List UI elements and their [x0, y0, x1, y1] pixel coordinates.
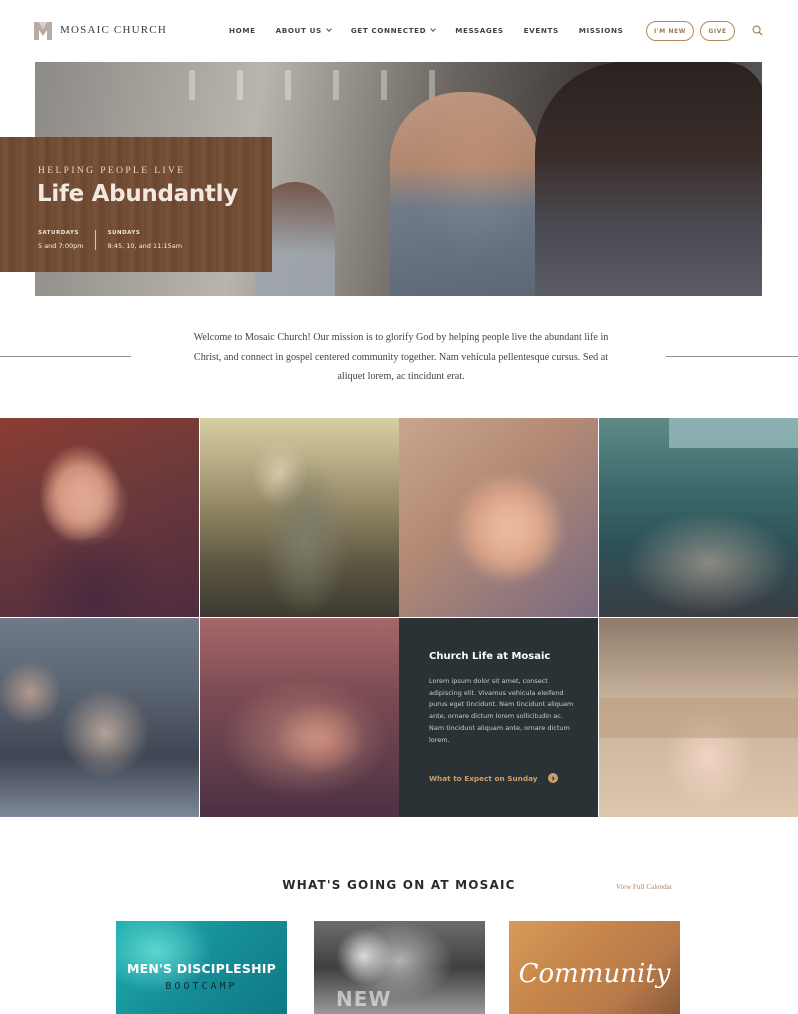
search-icon[interactable]	[752, 25, 763, 36]
nav-messages-label: MESSAGES	[455, 26, 504, 35]
nav-messages[interactable]: MESSAGES	[455, 26, 503, 35]
photo-men-coffee	[0, 618, 199, 817]
nav-get-connected[interactable]: GET CONNECTED	[350, 26, 437, 35]
site-header: MOSAIC CHURCH HOME ABOUT US GET CONNECTE…	[0, 0, 798, 62]
welcome-text: Welcome to Mosaic Church! Our mission is…	[193, 332, 609, 382]
nav-events-label: EVENTS	[523, 26, 559, 35]
nav-home[interactable]: HOME	[229, 26, 256, 35]
photo-woman-laughing	[0, 418, 199, 617]
photo-detail	[0, 658, 60, 728]
event-card-new[interactable]: NEW	[314, 921, 485, 1014]
event-title: Community	[518, 959, 671, 989]
nav-home-label: HOME	[229, 26, 256, 35]
nav-about-us[interactable]: ABOUT US	[275, 26, 332, 35]
photo-kids-drawing	[599, 618, 798, 817]
photo-crowd-worship	[200, 618, 399, 817]
service-times: SATURDAYS 5 and 7:00pm SUNDAYS 8:45, 10,…	[38, 230, 193, 250]
church-life-body: Lorem ipsum dolor sit amet, consect adip…	[429, 677, 574, 744]
event-title: MEN'S DISCIPLESHIP	[126, 961, 277, 976]
main-nav: HOME ABOUT US GET CONNECTED MESSAGES EVE…	[229, 26, 643, 35]
event-card-community[interactable]: Community	[509, 921, 680, 1014]
photo-detail	[10, 538, 180, 617]
nav-missions-label: MISSIONS	[578, 26, 624, 35]
hero-person-smiling	[390, 92, 540, 296]
nav-missions[interactable]: MISSIONS	[579, 26, 624, 35]
service-time-sunday: SUNDAYS 8:45, 10, and 11:15am	[94, 230, 193, 250]
photo-detail	[619, 508, 798, 617]
photo-men-embracing	[200, 418, 399, 617]
what-to-expect-link[interactable]: What to Expect on Sunday	[429, 773, 558, 783]
hero-kicker: HELPING PEOPLE LIVE	[38, 166, 186, 176]
service-day-label: SUNDAYS	[107, 230, 141, 236]
photo-detail	[260, 458, 350, 617]
photo-detail	[40, 458, 130, 548]
give-button[interactable]: GIVE	[700, 21, 735, 41]
service-time-saturday: SATURDAYS 5 and 7:00pm	[38, 230, 95, 250]
nav-get-connected-label: GET CONNECTED	[350, 26, 427, 35]
hero-person-foreground	[535, 62, 762, 296]
event-subtitle: BOOTCAMP	[165, 981, 238, 992]
mosaic-logo-icon	[34, 22, 52, 40]
photo-detail	[669, 418, 798, 448]
logo[interactable]: MOSAIC CHURCH	[34, 20, 167, 40]
photo-detail	[220, 678, 390, 798]
photo-detail	[449, 468, 569, 588]
arrow-right-icon	[547, 773, 558, 783]
church-life-title: Church Life at Mosaic	[429, 651, 551, 662]
service-time-value: 8:45, 10, and 11:15am	[107, 242, 183, 250]
church-life-panel: Church Life at Mosaic Lorem ipsum dolor …	[399, 618, 598, 817]
event-card-mens-discipleship[interactable]: MEN'S DISCIPLESHIP BOOTCAMP	[116, 921, 287, 1014]
chevron-down-icon	[430, 26, 437, 32]
hero-ceiling-lights	[175, 70, 455, 100]
hero-title: Life Abundantly	[37, 181, 238, 207]
events-section-title: WHAT'S GOING ON AT MOSAIC	[282, 878, 516, 892]
event-title: NEW	[336, 987, 392, 1011]
hero-service-times-card: HELPING PEOPLE LIVE Life Abundantly SATU…	[0, 137, 272, 272]
view-full-calendar-link[interactable]: View Full Calendar	[616, 883, 672, 891]
what-to-expect-label: What to Expect on Sunday	[429, 773, 538, 783]
photo-detail	[599, 698, 798, 738]
photo-worship-hands	[599, 418, 798, 617]
photo-detail	[60, 688, 150, 778]
brand-name: MOSAIC CHURCH	[60, 24, 167, 36]
chevron-down-icon	[325, 26, 332, 32]
nav-about-us-label: ABOUT US	[275, 26, 322, 35]
service-time-value: 5 and 7:00pm	[38, 242, 84, 250]
photo-girl-hug	[399, 418, 598, 617]
nav-events[interactable]: EVENTS	[524, 26, 559, 35]
divider-right	[666, 356, 798, 357]
service-day-label: SATURDAYS	[38, 230, 79, 236]
im-new-button[interactable]: I'M NEW	[646, 21, 694, 41]
divider-left	[0, 356, 131, 357]
